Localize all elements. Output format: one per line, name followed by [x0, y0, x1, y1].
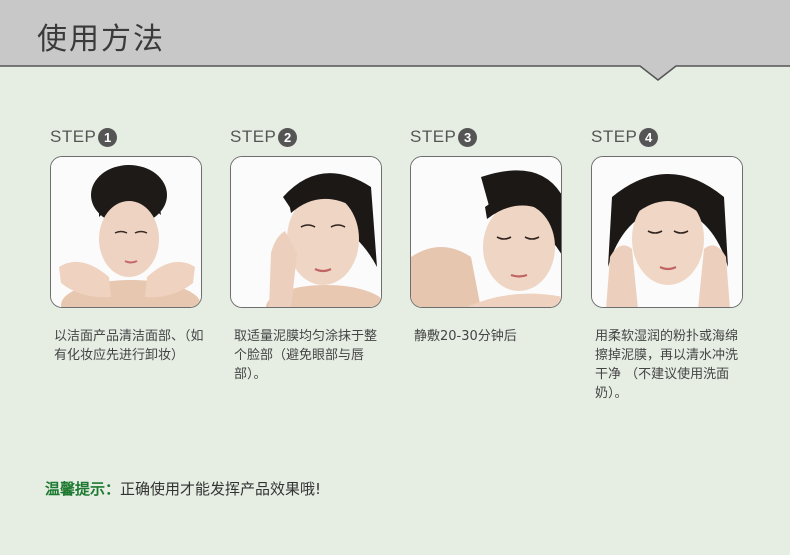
step-description: 取适量泥膜均匀涂抹于整个脸部（避免眼部与唇部）。 [234, 329, 378, 382]
step-label: STEP 4 [591, 124, 751, 150]
step-text: STEP [591, 127, 638, 146]
woman-splashing-water-face-photo [51, 157, 201, 307]
step-label: STEP 3 [410, 124, 570, 150]
page-title: 使用方法 [37, 22, 165, 57]
woman-resting-eyes-closed-photo [411, 157, 561, 307]
step-2: STEP 2 取适量泥膜均匀涂抹于整个脸部（避免眼部与唇部）。 [230, 124, 390, 384]
step-number-badge: 3 [458, 127, 478, 147]
step-text: STEP [50, 127, 97, 146]
tip-label: 温馨提示： [45, 480, 121, 498]
step-label: STEP 1 [50, 124, 210, 150]
tip-line: 温馨提示：正确使用才能发挥产品效果哦! [45, 478, 321, 499]
step-number-badge: 1 [98, 127, 118, 147]
header-banner: 使用方法 [0, 0, 790, 82]
step-2-photo [230, 156, 382, 308]
step-3: STEP 3 静敷20-30分钟后 [410, 124, 570, 346]
step-1-photo [50, 156, 202, 308]
woman-touching-face-photo [592, 157, 742, 307]
step-4: STEP 4 用柔软湿润的粉扑或海绵擦掉泥膜，再以清水冲洗干净 （不建议使用洗面… [591, 124, 751, 403]
step-1: STEP 1 以洁面产品清洁面部、（如有化妆应先进行卸妆） [50, 124, 210, 365]
step-description: 以洁面产品清洁面部、（如有化妆应先进行卸妆） [54, 329, 204, 363]
step-number-badge: 4 [639, 127, 659, 147]
step-label: STEP 2 [230, 124, 390, 150]
step-number-badge: 2 [278, 127, 298, 147]
step-description: 用柔软湿润的粉扑或海绵擦掉泥膜，再以清水冲洗干净 （不建议使用洗面奶）。 [595, 329, 739, 401]
step-3-photo [410, 156, 562, 308]
tip-text: 正确使用才能发挥产品效果哦! [120, 480, 322, 498]
step-4-photo [591, 156, 743, 308]
step-description: 静敷20-30分钟后 [414, 329, 517, 344]
step-text: STEP [230, 127, 277, 146]
step-text: STEP [410, 127, 457, 146]
woman-applying-mask-photo [231, 157, 381, 307]
